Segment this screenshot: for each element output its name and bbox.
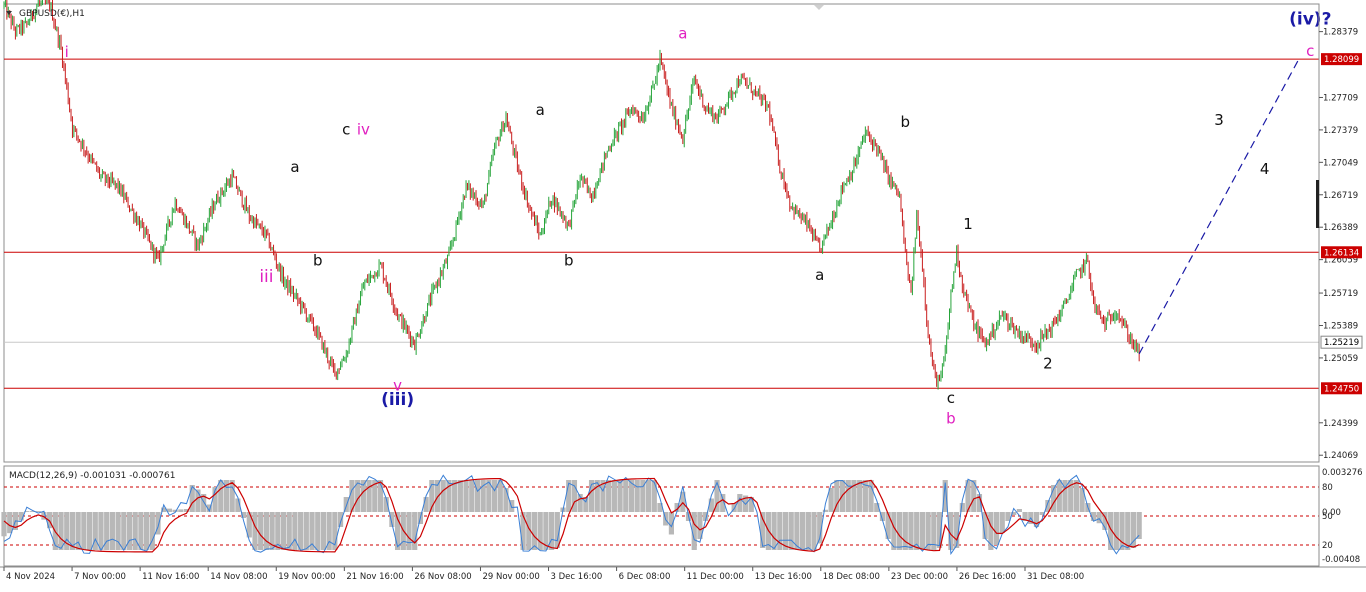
price-panel[interactable] bbox=[3, 3, 1320, 463]
time-tick-label: 13 Dec 16:00 bbox=[755, 572, 812, 582]
wave-label: 1 bbox=[963, 215, 973, 233]
price-tick-label: 1.25389 bbox=[1323, 321, 1358, 331]
level-price-label: 1.28099 bbox=[1324, 55, 1359, 65]
chart-window[interactable]: i iii iv v (iii) a b c a b a b a c b 1 2 3 4 c (iv)? 1.28379… bbox=[0, 0, 1366, 588]
wave-label: a bbox=[536, 101, 545, 119]
time-tick-label: 26 Nov 08:00 bbox=[414, 572, 471, 582]
price-tick-label: 1.25719 bbox=[1323, 289, 1358, 299]
time-tick-label: 23 Dec 00:00 bbox=[891, 572, 948, 582]
wave-label: (iii) bbox=[381, 390, 414, 410]
time-tick-label: 19 Nov 00:00 bbox=[278, 572, 335, 582]
macd-tick-label: -0.00408 bbox=[1322, 555, 1360, 565]
time-tick-label: 29 Nov 00:00 bbox=[482, 572, 539, 582]
price-tick-label: 1.26719 bbox=[1323, 191, 1358, 201]
wave-label: b bbox=[946, 410, 956, 428]
wave-label: b bbox=[564, 251, 574, 269]
level-price-label: 1.24750 bbox=[1324, 384, 1359, 394]
price-tick-label: 1.27379 bbox=[1323, 126, 1358, 136]
price-tick-label: 1.26389 bbox=[1323, 223, 1358, 233]
macd-tick-label: 0.00 bbox=[1322, 508, 1341, 518]
wave-label: a bbox=[815, 266, 824, 284]
wave-label: a bbox=[290, 158, 299, 176]
chart-svg[interactable]: iiiiivv(iii)abcababacb1234c(iv)? 1.28379… bbox=[0, 0, 1366, 588]
wave-label: 3 bbox=[1214, 111, 1224, 129]
wave-label: b bbox=[901, 113, 911, 131]
time-tick-label: 11 Nov 16:00 bbox=[142, 572, 199, 582]
macd-tick-label: 0.003276 bbox=[1322, 468, 1363, 478]
price-tick-label: 1.27709 bbox=[1323, 93, 1358, 103]
time-tick-label: 21 Nov 16:00 bbox=[346, 572, 403, 582]
wave-label: a bbox=[678, 24, 687, 42]
time-tick-label: 6 Dec 08:00 bbox=[619, 572, 671, 582]
time-tick-label: 18 Dec 08:00 bbox=[823, 572, 880, 582]
symbol-label: GBPUSD(€),H1 bbox=[19, 9, 85, 19]
time-tick-label: 11 Dec 00:00 bbox=[687, 572, 744, 582]
macd-title: MACD(12,26,9) -0.001031 -0.000761 bbox=[9, 471, 175, 481]
time-tick-label: 14 Nov 08:00 bbox=[210, 572, 267, 582]
macd-tick-label: 20 bbox=[1322, 541, 1333, 551]
wave-label: iii bbox=[259, 267, 273, 287]
macd-tick-label: 80 bbox=[1322, 483, 1333, 493]
time-tick-label: 4 Nov 2024 bbox=[6, 572, 55, 582]
time-tick-label: 7 Nov 00:00 bbox=[74, 572, 126, 582]
wave-label: 2 bbox=[1043, 355, 1053, 373]
time-tick-label: 26 Dec 16:00 bbox=[959, 572, 1016, 582]
wave-label: iv bbox=[357, 121, 370, 139]
price-tick-label: 1.24069 bbox=[1323, 451, 1358, 461]
time-tick-label: 31 Dec 08:00 bbox=[1027, 572, 1084, 582]
current-price-label: 1.25219 bbox=[1324, 338, 1359, 348]
price-tick-label: 1.25059 bbox=[1323, 354, 1358, 364]
price-tick-label: 1.28379 bbox=[1323, 28, 1358, 38]
wave-label: c bbox=[1306, 42, 1314, 60]
wave-label: 4 bbox=[1260, 160, 1270, 178]
wave-label: b bbox=[313, 251, 323, 269]
price-tick-label: 1.27049 bbox=[1323, 158, 1358, 168]
wave-label: c bbox=[947, 389, 955, 407]
wave-label: c bbox=[342, 121, 350, 139]
wave-label: i bbox=[65, 43, 69, 61]
scale-marker bbox=[1316, 180, 1319, 228]
level-price-label: 1.26134 bbox=[1324, 248, 1359, 258]
price-tick-label: 1.24399 bbox=[1323, 419, 1358, 429]
time-tick-label: 3 Dec 16:00 bbox=[551, 572, 603, 582]
